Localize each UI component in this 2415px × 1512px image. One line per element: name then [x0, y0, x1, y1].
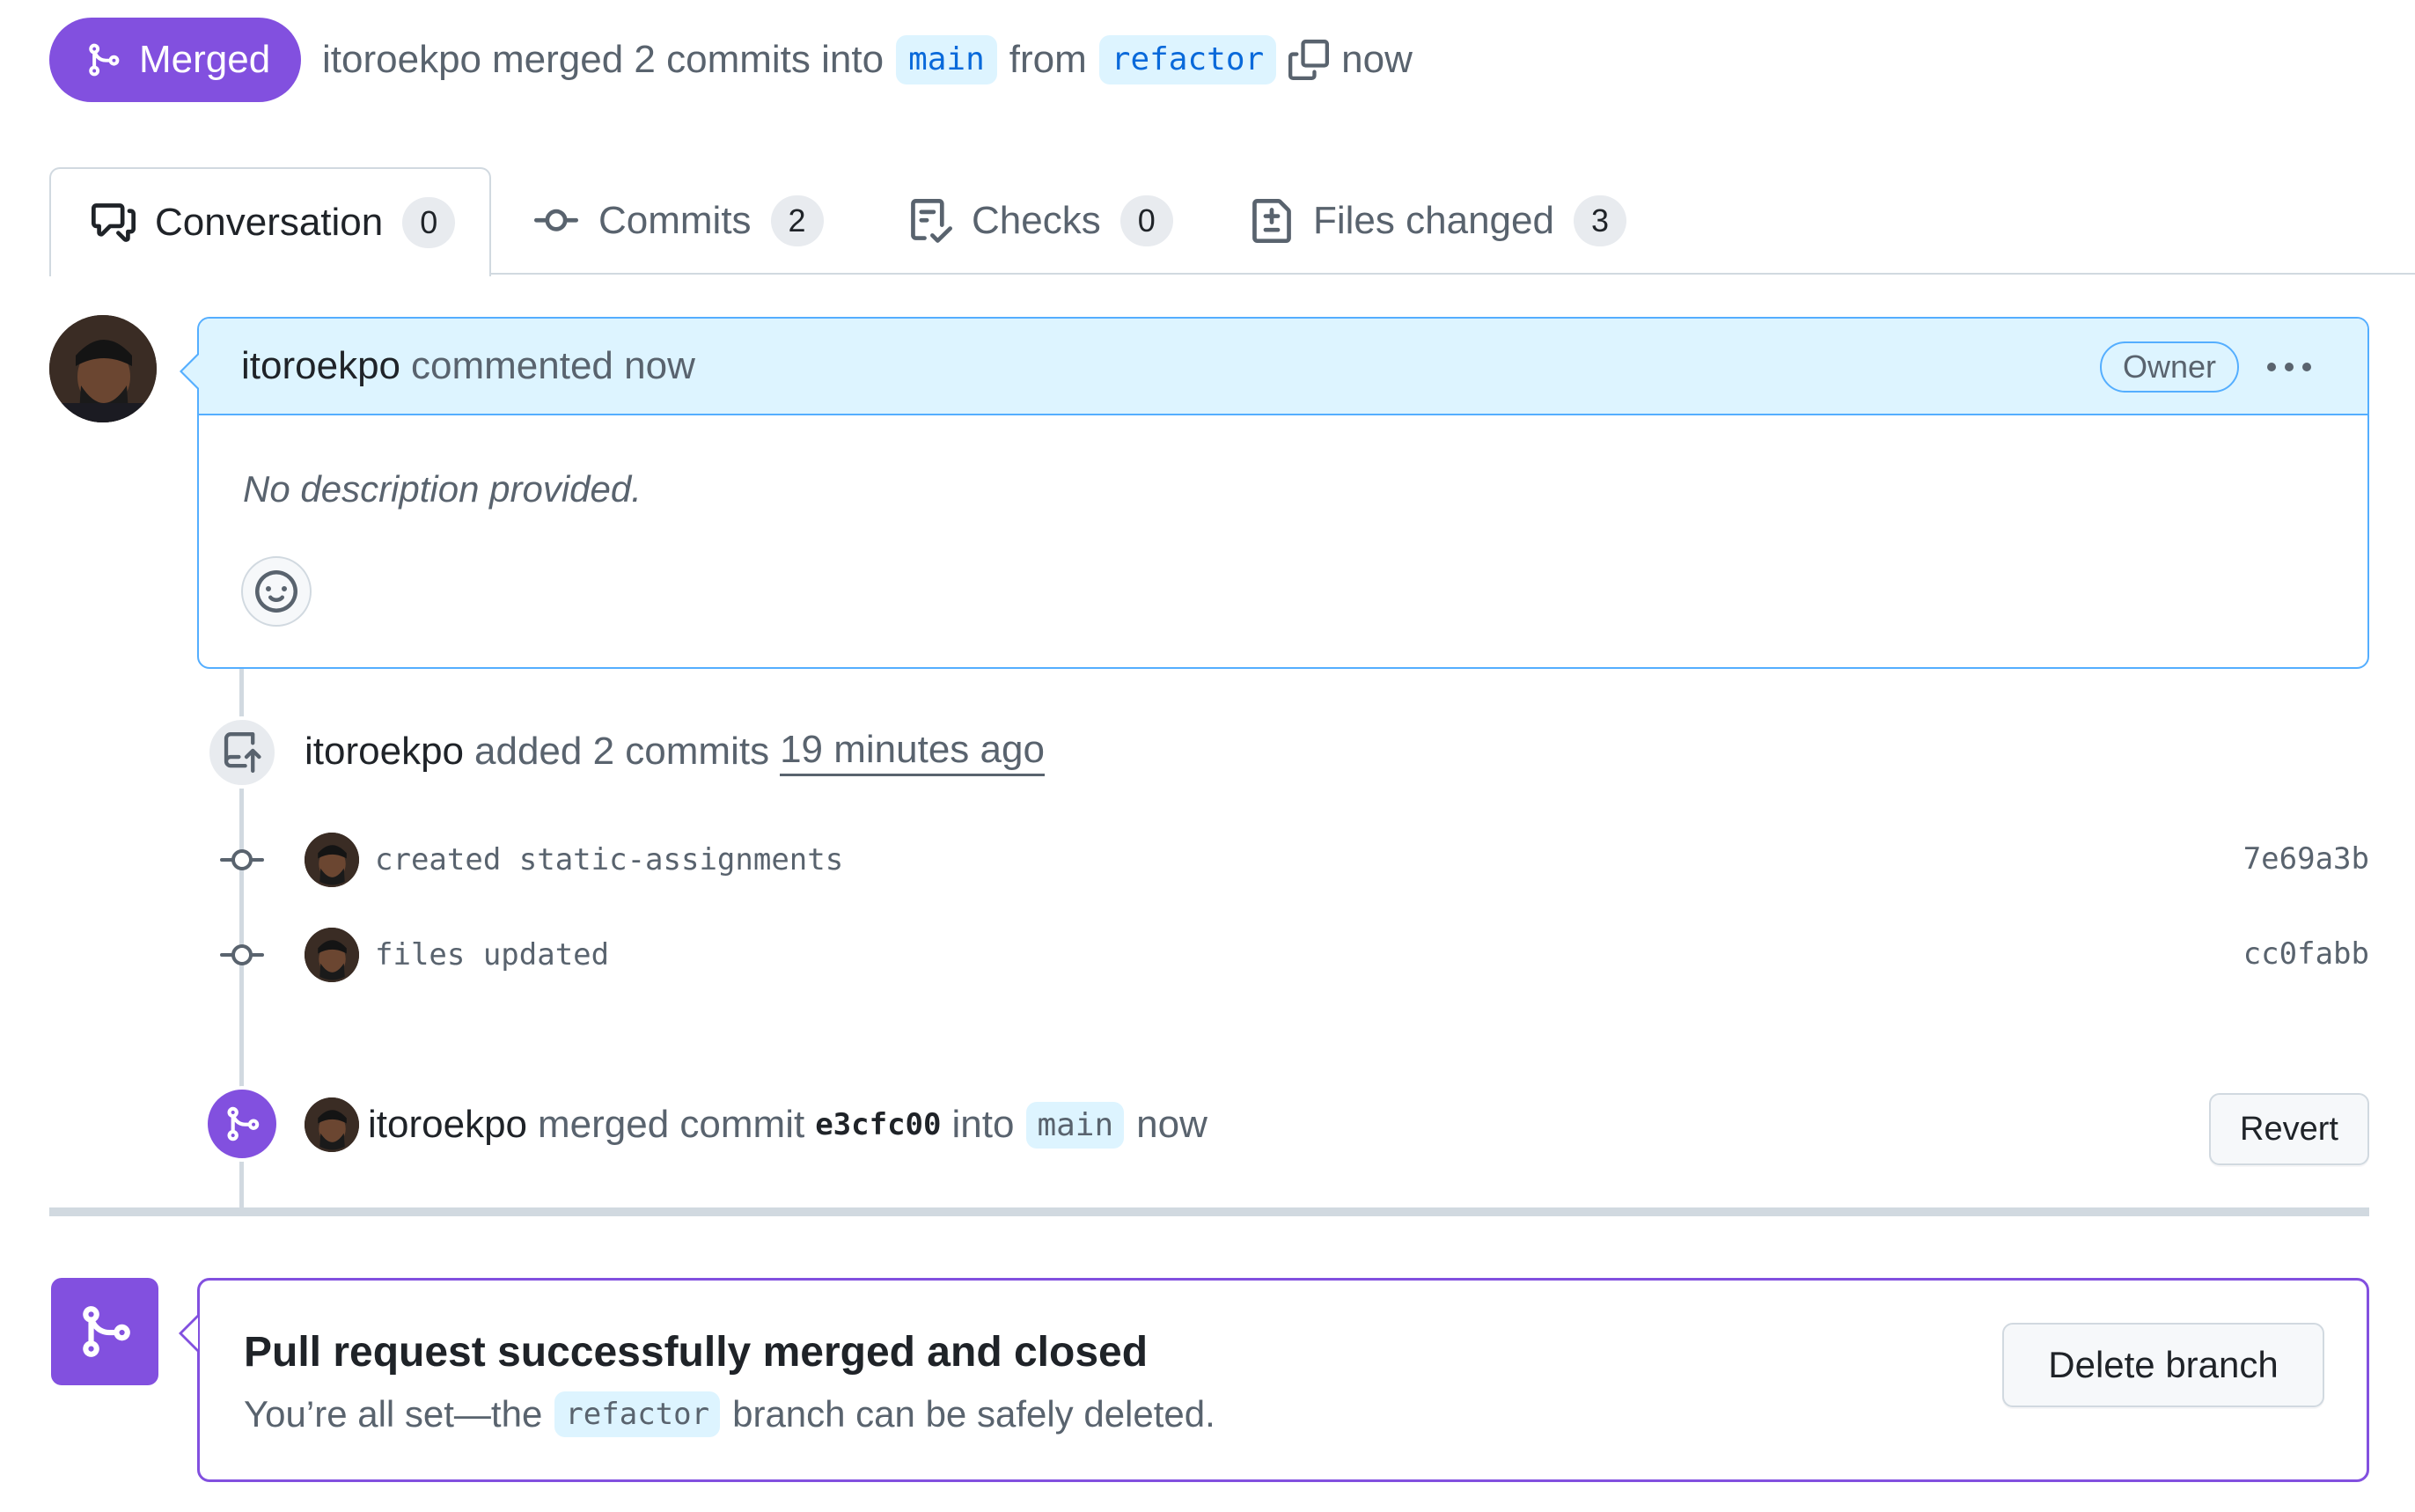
git-merge-icon: [84, 40, 121, 80]
merged-state-badge: Merged: [49, 18, 301, 102]
tab-conversation[interactable]: Conversation 0: [49, 167, 491, 276]
git-merge-icon: [51, 1278, 158, 1385]
merge-status-title: Pull request successfully merged and clo…: [244, 1329, 1149, 1376]
list-item: created static-assignments: [305, 832, 843, 888]
merge-event: itoroekpo merged commit e3cfc00 into mai…: [305, 1097, 1208, 1153]
state-label: Merged: [139, 38, 271, 81]
kebab-horizontal-icon[interactable]: [2258, 345, 2320, 389]
comment-header: itoroekpo commented now: [199, 319, 2367, 415]
tab-files-changed-label: Files changed: [1313, 199, 1554, 242]
tab-files-changed[interactable]: Files changed 3: [1250, 167, 1626, 275]
tab-files-changed-count: 3: [1573, 195, 1626, 246]
pr-tabs: Conversation 0 Commits 2 Checks 0 Files …: [49, 167, 2415, 276]
delete-branch-button[interactable]: Delete branch: [2002, 1323, 2324, 1407]
repo-push-icon: [206, 716, 278, 789]
event-author-link[interactable]: itoroekpo: [305, 730, 464, 774]
merge-status-text-before: You’re all set—the: [244, 1393, 543, 1435]
from-text: from: [1009, 38, 1087, 81]
event-time-link[interactable]: 19 minutes ago: [780, 728, 1045, 776]
timeline-divider: [49, 1207, 2369, 1216]
add-reaction-button[interactable]: [241, 556, 312, 627]
merge-commit-sha-link[interactable]: e3cfc00: [815, 1107, 941, 1142]
revert-button[interactable]: Revert: [2209, 1093, 2369, 1165]
merge-box-caret: [179, 1314, 198, 1353]
tab-conversation-label: Conversation: [155, 201, 384, 244]
comment-caret: [180, 352, 199, 391]
smiley-icon: [255, 570, 297, 613]
comment-discussion-icon: [92, 201, 136, 245]
merge-status-text-after: branch can be safely deleted.: [732, 1393, 1215, 1435]
tab-commits-label: Commits: [598, 199, 752, 242]
head-branch-label[interactable]: refactor: [1098, 35, 1277, 84]
tab-checks[interactable]: Checks 0: [908, 167, 1173, 275]
comment-author-link[interactable]: itoroekpo: [241, 344, 400, 388]
tab-conversation-count: 0: [402, 197, 456, 248]
merge-summary: merged 2 commits into: [492, 38, 885, 81]
event-action: added 2 commits: [474, 730, 770, 773]
avatar[interactable]: [49, 315, 157, 422]
merge-status-box: Pull request successfully merged and clo…: [179, 1278, 2369, 1482]
commits-added-event: itoroekpo added 2 commits 19 minutes ago: [305, 723, 1045, 780]
merge-author-link[interactable]: itoroekpo: [368, 1103, 527, 1147]
commit-message-link[interactable]: created static-assignments: [375, 842, 843, 877]
git-commit-icon: [533, 199, 579, 243]
git-commit-icon: [220, 847, 264, 873]
pr-author-link[interactable]: itoroekpo: [322, 38, 481, 82]
merged-branch-label[interactable]: refactor: [554, 1391, 721, 1437]
avatar[interactable]: [305, 1097, 359, 1152]
merge-action: merged commit: [538, 1103, 805, 1146]
comment-action: commented now: [411, 344, 695, 387]
tab-commits[interactable]: Commits 2: [533, 167, 824, 275]
avatar[interactable]: [305, 833, 359, 887]
copy-icon[interactable]: [1288, 40, 1330, 80]
merge-into-text: into: [951, 1103, 1015, 1146]
pr-meta: itoroekpo merged 2 commits into main fro…: [322, 32, 1413, 88]
comment-body: No description provided.: [243, 468, 642, 510]
commit-sha-link[interactable]: cc0fabb: [2243, 936, 2369, 972]
merge-time: now: [1341, 38, 1413, 81]
tab-checks-label: Checks: [972, 199, 1101, 242]
merge-event-time: now: [1136, 1103, 1208, 1146]
base-branch-label[interactable]: main: [896, 35, 997, 84]
tab-checks-count: 0: [1119, 195, 1173, 246]
git-commit-icon: [220, 942, 264, 968]
file-diff-icon: [1250, 199, 1294, 243]
merge-base-branch[interactable]: main: [1026, 1101, 1125, 1149]
owner-badge: Owner: [2099, 341, 2239, 393]
tab-commits-count: 2: [770, 195, 824, 246]
list-item: files updated: [305, 927, 609, 983]
merge-status-subtitle: You’re all set—the refactor branch can b…: [244, 1391, 1215, 1437]
commit-message-link[interactable]: files updated: [375, 937, 609, 973]
avatar[interactable]: [305, 928, 359, 982]
checklist-icon: [908, 199, 952, 243]
pr-description-comment: itoroekpo commented now Owner No descrip…: [180, 317, 2369, 669]
commit-sha-link[interactable]: 7e69a3b: [2243, 841, 2369, 877]
git-merge-icon: [204, 1086, 280, 1162]
